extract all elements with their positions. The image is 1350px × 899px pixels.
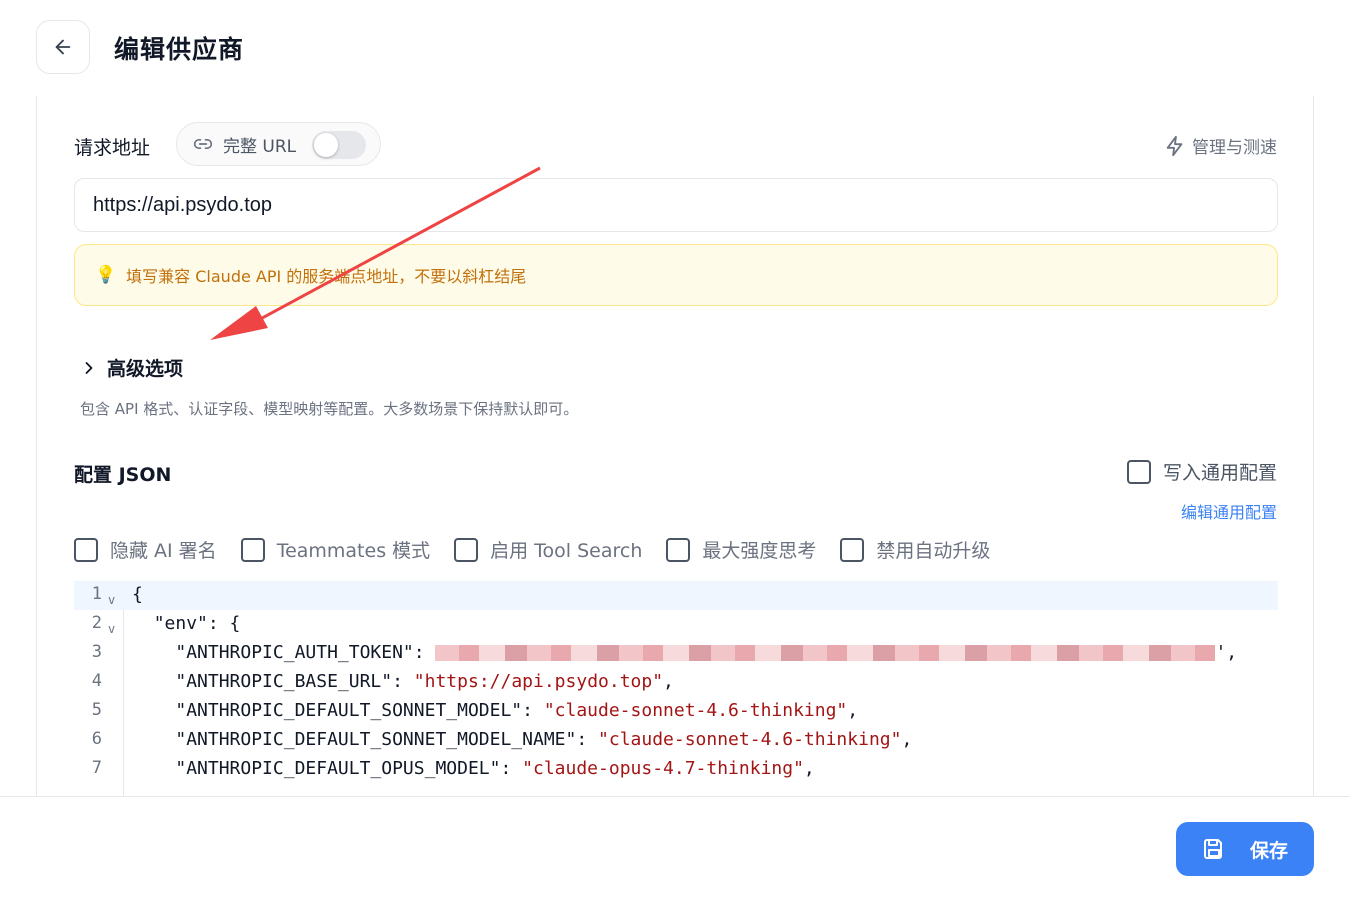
- line-number: 4: [91, 671, 102, 691]
- json-string-value: "claude-sonnet-4.6-thinking": [543, 700, 848, 721]
- config-json-label: 配置 JSON: [74, 464, 172, 486]
- redacted-token: [435, 645, 1216, 661]
- save-icon: [1203, 839, 1222, 859]
- checkbox-icon: [74, 537, 98, 562]
- code-text: "env": {: [132, 613, 241, 634]
- fold-chevron-icon[interactable]: v: [108, 622, 115, 636]
- code-line: 5 "ANTHROPIC_DEFAULT_SONNET_MODEL": "cla…: [74, 697, 1278, 726]
- line-number: 5: [91, 700, 102, 720]
- checkbox-icon: [454, 537, 479, 562]
- json-key: "ANTHROPIC_BASE_URL": [175, 671, 393, 692]
- url-hint-text: 填写兼容 Claude API 的服务端点地址，不要以斜杠结尾: [126, 267, 527, 286]
- code-text: {: [132, 584, 143, 605]
- json-editor[interactable]: 1 v { 2 v "env": { 3 "ANTHROPIC_AUTH_TOK…: [74, 581, 1278, 796]
- json-punct: : {: [207, 613, 241, 634]
- code-line: 6 "ANTHROPIC_DEFAULT_SONNET_MODEL_NAME":…: [74, 726, 1278, 755]
- line-number: 3: [91, 642, 102, 662]
- code-line: 7 "ANTHROPIC_DEFAULT_OPUS_MODEL": "claud…: [74, 755, 1278, 784]
- edit-common-config-link[interactable]: 编辑通用配置: [1181, 499, 1277, 523]
- code-line: 2 v "env": {: [74, 610, 1278, 639]
- code-line: 4 "ANTHROPIC_BASE_URL": "https://api.psy…: [74, 668, 1278, 697]
- arrow-left-icon: [55, 39, 71, 55]
- save-label: 保存: [1249, 839, 1288, 862]
- json-string-value: "claude-opus-4.7-thinking": [522, 758, 804, 779]
- line-number: 7: [91, 758, 102, 778]
- json-key: "ANTHROPIC_DEFAULT_SONNET_MODEL": [175, 700, 523, 721]
- code-line: 3 "ANTHROPIC_AUTH_TOKEN": ',: [74, 639, 1278, 668]
- option-label: 禁用自动升级: [876, 540, 991, 562]
- option-disable-auto-upgrade[interactable]: 禁用自动升级: [840, 536, 990, 563]
- write-common-config-checkbox[interactable]: 写入通用配置: [1126, 458, 1277, 485]
- lightning-icon: [1166, 135, 1183, 156]
- switch-knob: [314, 133, 338, 157]
- code-text: "ANTHROPIC_DEFAULT_OPUS_MODEL": "claude-…: [175, 758, 815, 779]
- back-button[interactable]: [36, 20, 90, 74]
- json-string-value: "claude-sonnet-4.6-thinking": [598, 729, 902, 750]
- code-text: "ANTHROPIC_DEFAULT_SONNET_MODEL": "claud…: [175, 700, 859, 721]
- checkbox-icon: [666, 537, 691, 562]
- lightbulb-icon: 💡: [95, 265, 117, 285]
- checkbox-icon: [840, 537, 865, 562]
- advanced-options-toggle[interactable]: 高级选项: [79, 354, 183, 381]
- fold-chevron-icon[interactable]: v: [108, 593, 115, 607]
- manage-speedtest-button[interactable]: 管理与测速: [1164, 133, 1277, 158]
- request-url-label: 请求地址: [74, 137, 151, 159]
- code-text: "ANTHROPIC_BASE_URL": "https://api.psydo…: [175, 671, 674, 692]
- option-max-thinking[interactable]: 最大强度思考: [666, 536, 816, 563]
- link-icon: [193, 139, 213, 149]
- option-teammates-mode[interactable]: Teammates 模式: [240, 536, 431, 563]
- config-options: 隐藏 AI 署名 Teammates 模式 启用 Tool Search 最大强…: [74, 536, 1014, 563]
- line-number: 6: [91, 729, 102, 749]
- full-url-label: 完整 URL: [223, 136, 297, 157]
- request-url-value: https://api.psydo.top: [93, 193, 273, 216]
- code-text: "ANTHROPIC_DEFAULT_SONNET_MODEL_NAME": "…: [175, 729, 913, 750]
- json-key: "ANTHROPIC_DEFAULT_SONNET_MODEL_NAME": [175, 729, 577, 750]
- json-key: "ANTHROPIC_AUTH_TOKEN": [175, 642, 414, 663]
- line-number: 1: [91, 584, 102, 604]
- full-url-toggle[interactable]: 完整 URL: [176, 122, 381, 166]
- advanced-options-title: 高级选项: [107, 358, 184, 380]
- write-common-config-label: 写入通用配置: [1162, 462, 1277, 484]
- provider-form: 请求地址 完整 URL 管理与测速 https://api.psydo.top …: [36, 96, 1314, 796]
- code-text: "ANTHROPIC_AUTH_TOKEN": ',: [175, 642, 1238, 663]
- checkbox-icon: [240, 537, 265, 562]
- save-button[interactable]: 保存: [1176, 822, 1314, 876]
- json-string-value: "https://api.psydo.top": [413, 671, 664, 692]
- request-url-input[interactable]: https://api.psydo.top: [74, 178, 1278, 232]
- footer-bar: 保存: [0, 796, 1350, 899]
- chevron-right-icon: [85, 361, 93, 374]
- manage-speedtest-label: 管理与测速: [1192, 138, 1277, 158]
- option-label: 最大强度思考: [702, 540, 817, 562]
- line-number: 2: [91, 613, 102, 633]
- full-url-switch[interactable]: [312, 131, 366, 159]
- page-title: 编辑供应商: [114, 35, 245, 64]
- json-punct: :: [413, 642, 425, 663]
- option-label: 启用 Tool Search: [490, 540, 643, 562]
- option-hide-ai-signature[interactable]: 隐藏 AI 署名: [74, 536, 217, 563]
- option-tool-search[interactable]: 启用 Tool Search: [454, 536, 642, 563]
- option-label: 隐藏 AI 署名: [110, 540, 217, 562]
- url-hint: 💡 填写兼容 Claude API 的服务端点地址，不要以斜杠结尾: [74, 244, 1278, 306]
- json-key: "ANTHROPIC_DEFAULT_OPUS_MODEL": [175, 758, 501, 779]
- option-label: Teammates 模式: [276, 540, 431, 562]
- checkbox-icon: [1126, 459, 1151, 484]
- code-line: 1 v {: [74, 581, 1278, 610]
- json-key: "env": [153, 613, 208, 634]
- advanced-options-description: 包含 API 格式、认证字段、模型映射等配置。大多数场景下保持默认即可。: [80, 400, 579, 418]
- header: 编辑供应商: [0, 0, 1350, 96]
